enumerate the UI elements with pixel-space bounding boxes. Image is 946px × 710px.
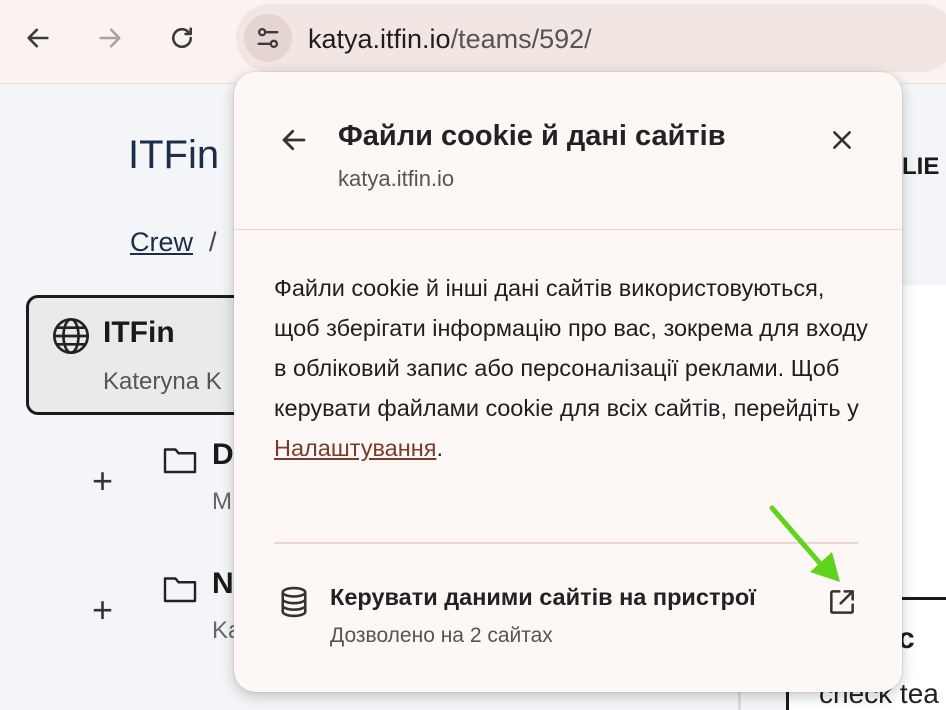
breadcrumb: Crew / xyxy=(130,227,217,258)
address-bar[interactable]: katya.itfin.io/teams/592/ xyxy=(236,4,946,72)
url-text: katya.itfin.io/teams/592/ xyxy=(308,24,592,55)
row-subtitle: M xyxy=(212,488,232,515)
manage-site-data-row[interactable]: Керувати даними сайтів на пристрої Дозво… xyxy=(274,576,862,656)
arrow-right-icon xyxy=(99,28,121,48)
folder-icon xyxy=(163,577,197,603)
url-path: /teams/592/ xyxy=(450,24,592,54)
team-owner: Kateryna K xyxy=(103,368,222,395)
arrow-left-icon xyxy=(282,129,306,151)
description-end: . xyxy=(436,435,443,461)
popup-description: Файли cookie й інші дані сайтів використ… xyxy=(274,268,874,468)
breadcrumb-separator: / xyxy=(209,227,217,257)
forward-button[interactable] xyxy=(90,18,130,58)
url-host: katya.itfin.io xyxy=(308,24,451,54)
open-in-new-button[interactable] xyxy=(824,584,860,620)
reload-icon xyxy=(172,27,193,49)
popup-divider xyxy=(274,542,858,544)
expand-plus-icon[interactable]: + xyxy=(92,589,113,631)
popup-subtitle: katya.itfin.io xyxy=(338,166,455,191)
right-column-heading: LIE xyxy=(902,153,940,180)
team-name: ITFin xyxy=(103,316,175,349)
open-in-new-icon xyxy=(830,590,854,614)
popup-header: Файли cookie й дані сайтів katya.itfin.i… xyxy=(234,72,902,230)
expand-plus-icon[interactable]: + xyxy=(92,460,113,502)
description-text: Файли cookie й інші дані сайтів використ… xyxy=(274,275,868,421)
arrow-left-icon xyxy=(27,28,49,48)
folder-icon xyxy=(163,448,197,474)
manage-site-data-label: Керувати даними сайтів на пристрої xyxy=(330,584,756,610)
tune-icon xyxy=(257,27,279,49)
settings-link[interactable]: Налаштування xyxy=(274,435,436,461)
popup-title: Файли cookie й дані сайтів xyxy=(338,120,726,152)
globe-icon xyxy=(53,318,89,354)
close-button[interactable] xyxy=(822,120,862,160)
manage-site-data-subtitle: Дозволено на 2 сайтах xyxy=(330,624,553,647)
row-name: D xyxy=(212,438,234,471)
cookies-popup: Файли cookie й дані сайтів katya.itfin.i… xyxy=(234,72,902,692)
back-button[interactable] xyxy=(18,18,58,58)
close-icon xyxy=(833,131,851,149)
reload-button[interactable] xyxy=(162,18,202,58)
popup-back-button[interactable] xyxy=(274,120,314,160)
breadcrumb-link-crew[interactable]: Crew xyxy=(130,227,193,257)
site-info-button[interactable] xyxy=(244,14,292,62)
row-name: N xyxy=(212,567,234,600)
database-icon xyxy=(281,586,307,618)
page-title: ITFin xyxy=(128,133,220,177)
